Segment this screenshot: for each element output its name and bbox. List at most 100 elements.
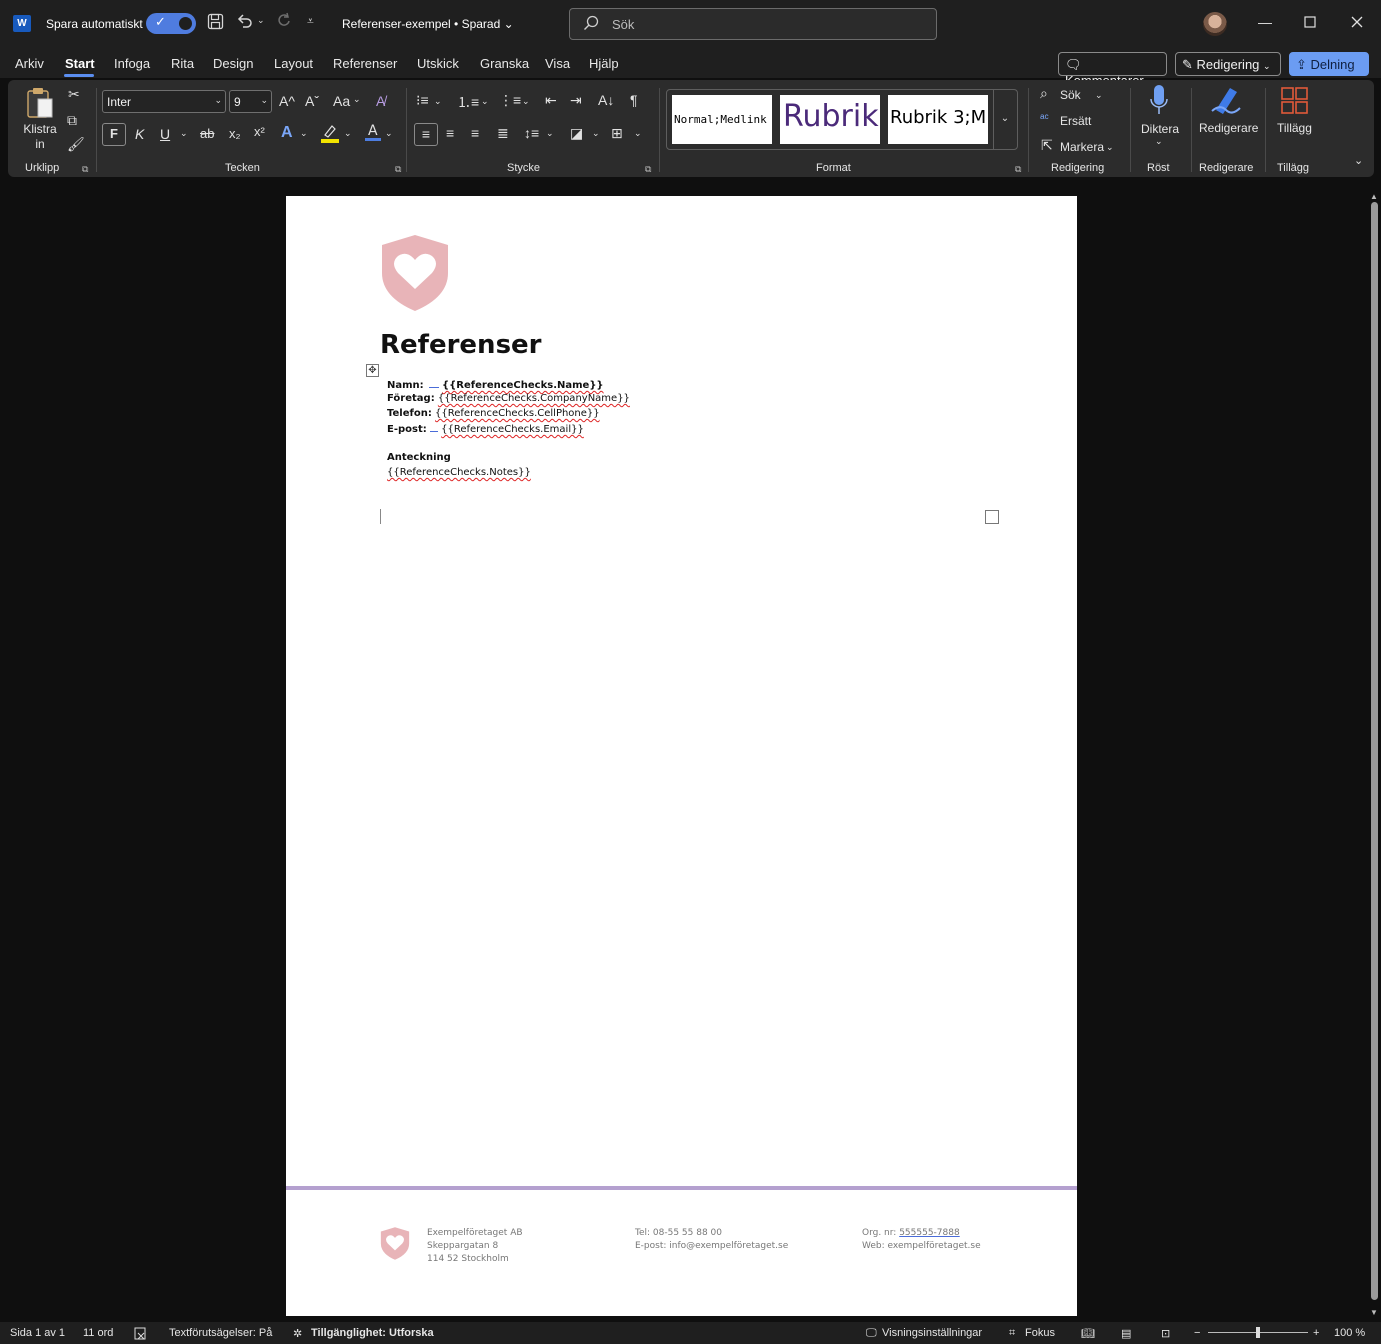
share-button[interactable]: ⇪ Delning ⌄ — [1289, 52, 1369, 87]
tab-layout[interactable]: Layout — [274, 56, 313, 71]
addins-icon[interactable] — [1280, 86, 1310, 119]
field-phone-line[interactable]: Telefon: {{ReferenceChecks.CellPhone}} — [387, 408, 600, 419]
editor-icon[interactable] — [1210, 84, 1242, 119]
tab-visa[interactable]: Visa — [545, 56, 570, 71]
replace-icon[interactable]: ᵃᶜ — [1040, 111, 1049, 125]
chevron-down-icon[interactable]: ⌄ — [1106, 142, 1114, 153]
zoom-slider-thumb[interactable] — [1256, 1327, 1260, 1338]
style-heading[interactable]: Rubrik — [780, 95, 880, 144]
italic-button[interactable]: K — [135, 126, 144, 142]
undo-dropdown-icon[interactable]: ⌄ — [257, 15, 265, 26]
collapse-ribbon-icon[interactable]: ⌄ — [1354, 154, 1363, 167]
word-count[interactable]: 11 ord — [83, 1327, 113, 1339]
styles-launcher-icon[interactable]: ⧉ — [1015, 164, 1021, 175]
clipboard-launcher-icon[interactable]: ⧉ — [82, 164, 88, 175]
chevron-down-icon[interactable]: ⌄ — [481, 96, 489, 107]
tab-infoga[interactable]: Infoga — [114, 56, 150, 71]
accessibility-icon[interactable]: ✲ — [293, 1327, 302, 1340]
shrink-font-icon[interactable]: Aˇ — [305, 93, 319, 109]
grow-font-icon[interactable]: A^ — [279, 93, 295, 109]
microphone-icon[interactable] — [1150, 84, 1168, 121]
paste-icon[interactable] — [25, 86, 55, 123]
focus-icon[interactable]: ⌗ — [1009, 1327, 1015, 1340]
tab-utskick[interactable]: Utskick — [417, 56, 459, 71]
footer-address[interactable]: Exempelföretaget AB Skeppargatan 8 114 5… — [427, 1227, 523, 1266]
chevron-down-icon[interactable]: ⌄ — [385, 128, 393, 139]
chevron-down-icon[interactable]: ⌄ — [546, 128, 554, 139]
close-icon[interactable] — [1351, 15, 1363, 31]
search-box[interactable]: Sök — [569, 8, 937, 40]
decrease-indent-icon[interactable]: ⇤ — [545, 92, 557, 109]
redo-icon[interactable] — [275, 12, 293, 35]
format-painter-icon[interactable]: 🖌︎ — [67, 136, 85, 153]
font-color-icon[interactable]: A — [365, 122, 381, 145]
align-right-icon[interactable]: ≡ — [471, 125, 479, 141]
sort-icon[interactable]: A↓ — [598, 92, 614, 108]
find-icon[interactable]: ⌕ — [1040, 85, 1048, 102]
footer-org[interactable]: Org. nr: 555555-7888 Web: exempelföretag… — [862, 1227, 981, 1253]
user-avatar[interactable] — [1203, 12, 1227, 36]
undo-icon[interactable] — [236, 12, 254, 35]
document-title[interactable]: Referenser-exempel • Sparad ⌄ — [342, 17, 514, 31]
page-indicator[interactable]: Sida 1 av 1 — [10, 1327, 65, 1339]
align-center-icon[interactable]: ≡ — [446, 125, 454, 141]
strikethrough-button[interactable]: ab — [200, 126, 214, 141]
zoom-in-button[interactable]: + — [1313, 1327, 1319, 1339]
accessibility-status[interactable]: Tillgänglighet: Utforska — [311, 1327, 434, 1339]
document-page[interactable]: Referenser ✥ Namn: {{ReferenceChecks.Nam… — [286, 196, 1077, 1316]
show-formatting-icon[interactable]: ¶ — [630, 92, 638, 108]
save-icon[interactable] — [207, 13, 224, 35]
paste-button[interactable]: Klistra in — [23, 122, 57, 152]
tab-arkiv[interactable]: Arkiv — [15, 56, 44, 71]
customize-qat-icon[interactable]: ⩡ — [307, 14, 314, 29]
chevron-down-icon[interactable]: ⌄ — [634, 128, 642, 139]
display-settings-button[interactable]: Visningsinställningar — [882, 1327, 982, 1339]
field-email-line[interactable]: E-post: {{ReferenceChecks.Email}} — [387, 423, 584, 435]
tab-referenser[interactable]: Referenser — [333, 56, 397, 71]
font-launcher-icon[interactable]: ⧉ — [395, 164, 401, 175]
chevron-down-icon[interactable]: ⌄ — [592, 128, 600, 139]
chevron-down-icon[interactable]: ⌄ — [353, 94, 361, 105]
superscript-button[interactable]: x² — [254, 124, 265, 139]
highlight-icon[interactable] — [321, 123, 339, 146]
editing-mode-button[interactable]: ✎ Redigering ⌄ — [1175, 52, 1281, 76]
paragraph-launcher-icon[interactable]: ⧉ — [645, 164, 651, 175]
print-layout-icon[interactable]: ▤ — [1121, 1327, 1131, 1340]
proofing-icon[interactable] — [134, 1327, 148, 1343]
subscript-button[interactable]: x₂ — [229, 126, 241, 141]
font-name-select[interactable]: Inter ⌄ — [102, 90, 226, 113]
scroll-thumb[interactable] — [1371, 202, 1378, 1300]
scroll-up-icon[interactable]: ▲ — [1370, 192, 1378, 201]
find-button[interactable]: Sök — [1060, 88, 1081, 102]
table-move-handle-icon[interactable]: ✥ — [366, 364, 379, 377]
notes-value[interactable]: {{ReferenceChecks.Notes}} — [387, 467, 531, 478]
tab-start[interactable]: Start — [65, 56, 95, 71]
underline-button[interactable]: U — [160, 126, 170, 142]
line-spacing-icon[interactable]: ↕≡ — [524, 125, 539, 141]
cut-icon[interactable]: ✂ — [68, 86, 80, 103]
minimize-icon[interactable]: — — [1258, 14, 1272, 30]
justify-icon[interactable]: ≣ — [497, 125, 509, 142]
tab-design[interactable]: Design — [213, 56, 253, 71]
comments-button[interactable]: 🗨︎ Kommentarer — [1058, 52, 1167, 88]
text-predictions-status[interactable]: Textförutsägelser: På — [169, 1327, 272, 1339]
change-case-icon[interactable]: Aa — [333, 93, 350, 109]
maximize-icon[interactable] — [1304, 15, 1316, 31]
zoom-level[interactable]: 100 % — [1334, 1327, 1365, 1339]
copy-icon[interactable]: ⧉ — [67, 112, 77, 129]
borders-icon[interactable]: ⊞ — [611, 125, 623, 142]
bullets-icon[interactable]: ⁝≡ — [416, 92, 429, 109]
increase-indent-icon[interactable]: ⇥ — [570, 92, 582, 109]
footer-contact[interactable]: Tel: 08-55 55 88 00 E-post: info@exempel… — [635, 1227, 788, 1253]
table-resize-handle[interactable] — [985, 510, 999, 524]
clear-formatting-icon[interactable]: A̸ — [376, 93, 385, 109]
multilevel-list-icon[interactable]: ⋮≡ — [499, 92, 521, 109]
focus-button[interactable]: Fokus — [1025, 1327, 1055, 1339]
autosave-toggle[interactable]: ✓ — [146, 13, 196, 34]
editor-button[interactable]: Redigerare — [1199, 121, 1258, 135]
zoom-out-button[interactable]: − — [1194, 1327, 1200, 1339]
field-name-line[interactable]: Namn: {{ReferenceChecks.Name}} — [387, 379, 604, 391]
chevron-down-icon[interactable]: ⌄ — [344, 128, 352, 139]
notes-label[interactable]: Anteckning — [387, 452, 451, 463]
text-effects-icon[interactable]: A — [281, 124, 293, 142]
